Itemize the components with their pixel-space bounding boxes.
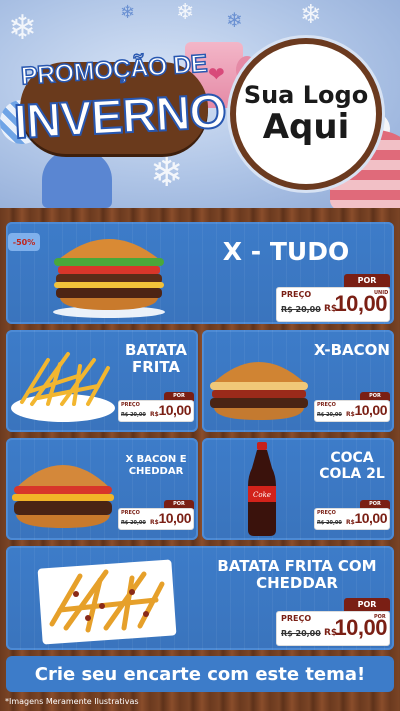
product-name: X-BACON [314,341,390,359]
svg-text:Coke: Coke [253,491,271,499]
logo-text-2: Aqui [262,107,350,147]
old-price: R$ 20,00 [317,412,342,418]
old-price: R$ 20,00 [121,412,146,418]
old-price: R$ 20,00 [317,520,342,526]
current-price: 10,00 [158,402,191,418]
burger-image [210,362,308,420]
current-price: 10,00 [354,402,387,418]
unit-label: UNID [374,290,389,296]
price-tag: POR PREÇO R$ 20,00 R$ 10,00 [314,392,390,422]
price-tag: POR PREÇO R$ 20,00 R$ 10,00 [118,500,194,530]
cta-banner: Crie seu encarte com este tema! [6,656,394,692]
old-price: R$ 20,00 [121,520,146,526]
header-banner: ❄ ❄ ❄ ❄ ❄ ❄ ❄ ❤ PROMOÇÃO DE INVERNO Sua … [0,0,400,208]
product-card-coca-cola: Coke COCA COLA 2L POR PREÇO R$ 20,00 R$ … [202,438,394,540]
fries-cheddar-image [37,559,177,645]
old-price: R$ 20,00 [281,305,321,314]
preco-label: PREÇO [121,510,140,516]
preco-label: PREÇO [121,402,140,408]
snowflake-icon: ❄ [226,8,243,32]
cta-text: Crie seu encarte com este tema! [34,663,366,685]
snowflake-icon: ❄ [8,8,37,48]
old-price: R$ 20,00 [281,629,321,638]
discount-badge: -50% [8,233,40,251]
product-name: BATATA FRITA COM CHEDDAR [217,557,377,593]
title-line-2: INVERNO [12,84,228,150]
snowflake-icon: ❄ [176,0,195,25]
preco-label: PREÇO [281,614,312,623]
product-card-x-tudo: X - TUDO POR PREÇO R$ 20,00 R$ 10,00 UNI… [6,222,394,324]
current-price: 10,00 [158,510,191,526]
preco-label: PREÇO [281,290,312,299]
snowflake-icon: ❄ [120,2,136,23]
price-tag: POR PREÇO R$ 20,00 R$ 10,00 [314,500,390,530]
product-name: BATATA FRITA [124,341,188,377]
price-tag: POR PREÇO R$ 20,00 R$ 10,00 [118,392,194,422]
disclaimer: *Imagens Meramente Ilustrativas [5,697,139,706]
product-card-x-bacon-cheddar: X BACON E CHEDDAR POR PREÇO R$ 20,00 R$ … [6,438,198,540]
burger-image [12,465,114,528]
snowflake-icon: ❄ [300,0,322,30]
burger-image [53,239,165,318]
product-name: X BACON E CHEDDAR [125,454,187,477]
promo-title: PROMOÇÃO DE INVERNO [12,49,228,162]
product-card-batata-frita: BATATA FRITA POR PREÇO R$ 20,00 R$ 10,00 [6,330,198,432]
price-tag: POR PREÇO R$ 20,00 R$ 10,00 UNID [276,274,390,322]
logo-placeholder: Sua Logo Aqui [230,38,382,190]
preco-label: PREÇO [317,510,336,516]
current-price: 10,00 [354,510,387,526]
product-name: COCA COLA 2L [319,450,385,483]
coke-bottle-image: Coke [248,442,276,536]
logo-text-1: Sua Logo [243,81,369,109]
por-label: POR [344,274,390,287]
preco-label: PREÇO [317,402,336,408]
price-tag: POR PREÇO R$ 20,00 R$ 10,00 POR [276,598,390,646]
product-card-batata-cheddar: BATATA FRITA COM CHEDDAR POR PREÇO R$ 20… [6,546,394,650]
product-card-x-bacon: X-BACON POR PREÇO R$ 20,00 R$ 10,00 [202,330,394,432]
fries-image [11,352,115,422]
por-label: POR [344,598,390,611]
product-name: X - TUDO [222,237,350,266]
unit-label: POR [374,614,386,620]
